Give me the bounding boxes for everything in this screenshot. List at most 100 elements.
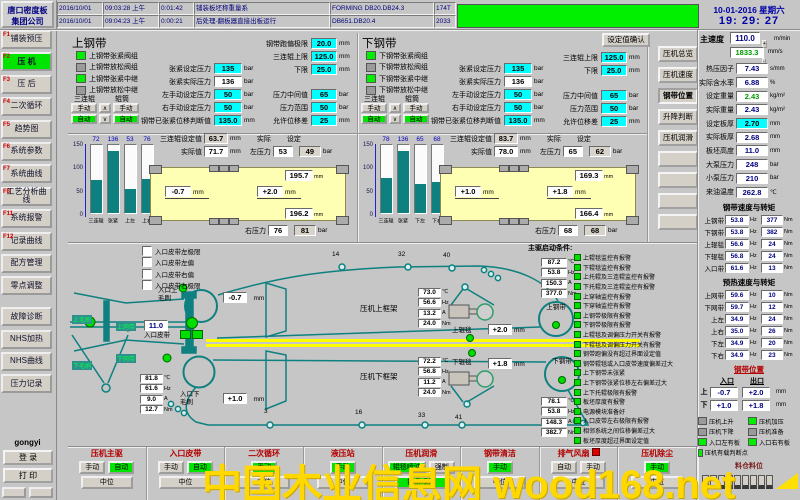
frequency-value: 34.9 bbox=[725, 338, 749, 348]
sidebar-nav-button[interactable]: F3 压 后 bbox=[1, 75, 52, 94]
press-status-item: 入口右有板 bbox=[748, 437, 798, 448]
limit-value-field[interactable]: 50 bbox=[601, 103, 627, 114]
sidebar-nav-button[interactable]: NHS加热 bbox=[1, 330, 52, 349]
manual-mode-button[interactable]: 手动 bbox=[113, 103, 139, 113]
sidebar-nav-button[interactable]: 配方管理 bbox=[1, 254, 52, 273]
mode-button[interactable]: 手动 bbox=[79, 461, 105, 474]
right-pressure-set[interactable]: 68 bbox=[584, 225, 606, 236]
neutral-button[interactable]: 中位 bbox=[238, 476, 290, 489]
sidebar-nav-button[interactable]: F7 系统曲线 bbox=[1, 164, 52, 183]
sidebar-nav-button[interactable]: F2 压 机 bbox=[1, 52, 52, 71]
main-speed-field[interactable]: 110.0 bbox=[730, 32, 760, 44]
roller-block bbox=[336, 165, 349, 174]
limit-value-field[interactable]: 65 bbox=[311, 89, 337, 100]
motor-value: 12.7 bbox=[140, 405, 163, 414]
auto-mode-button[interactable]: 自动 bbox=[113, 114, 139, 124]
manual-mode-button[interactable]: 手动 bbox=[361, 103, 387, 113]
mode-button[interactable]: 手动 bbox=[330, 461, 356, 474]
scroll-left-button[interactable] bbox=[2, 487, 26, 498]
sidebar-nav-button[interactable]: F1 铺装预压 bbox=[1, 30, 52, 49]
left-pressure-set[interactable]: 49 bbox=[299, 146, 321, 157]
neutral-button[interactable]: 中位 bbox=[553, 476, 605, 489]
condition-row: 下辊毯监控有报警 bbox=[574, 263, 673, 273]
view-button[interactable]: 压机润滑 bbox=[658, 130, 698, 146]
press-overview-button[interactable]: 压机总览 bbox=[658, 46, 698, 62]
view-button[interactable]: 升降判断 bbox=[658, 109, 698, 125]
sidebar-nav-button[interactable]: F11 系统报警 bbox=[1, 209, 52, 228]
log-message: 后处理-翻板器直接出板运行 bbox=[194, 15, 330, 28]
login-button[interactable]: 登 录 bbox=[3, 450, 53, 465]
sidebar-nav-button[interactable]: F8 工艺分析曲线 bbox=[1, 187, 52, 206]
sidebar-nav-button[interactable]: F4 二次循环 bbox=[1, 97, 52, 116]
drive-start-conditions-list: 上辊毯监控有报警 下辊毯监控有报警 上托辊及三连辊监控有报警 下托辊及三连辊监控… bbox=[574, 253, 673, 445]
mode-button[interactable]: 强制 bbox=[429, 461, 455, 474]
roller-setpoint-field[interactable]: 83.7 bbox=[494, 133, 518, 144]
raise-arrow-button[interactable] bbox=[389, 103, 401, 113]
mode-button[interactable]: 手动 bbox=[158, 461, 184, 474]
mode-button[interactable]: 自动 bbox=[187, 461, 213, 474]
auto-mode-button[interactable]: 自动 bbox=[403, 114, 429, 124]
outlet-position: +1.8 bbox=[742, 400, 770, 411]
roller-setpoint-field[interactable]: 63.7 bbox=[204, 133, 228, 144]
limit-checkbox[interactable] bbox=[142, 257, 152, 267]
sidebar-nav-button[interactable]: 故障诊断 bbox=[1, 307, 52, 326]
limit-value-field[interactable]: 50 bbox=[311, 102, 337, 113]
limit-value-field[interactable]: 25.0 bbox=[601, 65, 627, 76]
bar-fill bbox=[108, 151, 119, 213]
mode-button[interactable]: 手动 bbox=[251, 461, 277, 474]
sidebar-nav-button[interactable]: NHS曲线 bbox=[1, 352, 52, 371]
sidebar-nav-button[interactable]: 零点调整 bbox=[1, 276, 52, 295]
scroll-right-button[interactable] bbox=[29, 487, 53, 498]
neutral-button[interactable]: 中位 bbox=[159, 476, 211, 489]
sidebar-nav-button[interactable]: F12 记录曲线 bbox=[1, 232, 52, 251]
sidebar-nav-button[interactable]: F5 趋势图 bbox=[1, 120, 52, 139]
motor-value: 24.0 bbox=[418, 319, 441, 328]
left-pressure-set[interactable]: 62 bbox=[589, 146, 611, 157]
sidebar-nav-label: 压 机 bbox=[17, 58, 35, 67]
mode-button[interactable]: 自动 bbox=[108, 461, 134, 474]
neutral-button[interactable]: 中位 bbox=[317, 476, 369, 489]
manual-mode-button[interactable]: 手动 bbox=[403, 103, 429, 113]
condition-row: 相邻系统之间位移偏差过大 bbox=[574, 426, 673, 436]
limit-value-field[interactable]: 25 bbox=[311, 115, 337, 126]
motor-value: 73.0 bbox=[418, 288, 441, 297]
manual-mode-button[interactable]: 手动 bbox=[71, 103, 97, 113]
raise-arrow-button[interactable] bbox=[99, 103, 111, 113]
limit-value-field[interactable]: 20.0 bbox=[311, 38, 337, 49]
limit-value-field[interactable]: 25.0 bbox=[311, 64, 337, 75]
view-button[interactable]: 钢带位置 bbox=[658, 88, 698, 104]
limit-field-row: 允许位移差 25 mm bbox=[233, 114, 355, 127]
field-label: 钢带已张紧位移判断值 bbox=[141, 116, 211, 126]
lower-arrow-button[interactable] bbox=[389, 114, 401, 124]
fkey-label: F12 bbox=[3, 233, 13, 242]
limit-value-field[interactable]: 125.0 bbox=[311, 51, 337, 62]
neutral-button[interactable]: 中位 bbox=[631, 476, 683, 489]
sidebar-nav-button[interactable]: F6 系统参数 bbox=[1, 142, 52, 161]
mode-button[interactable]: 手动 bbox=[644, 461, 670, 474]
lower-arrow-button[interactable] bbox=[99, 114, 111, 124]
limit-checkbox[interactable] bbox=[142, 269, 152, 279]
fkey-label: F11 bbox=[3, 210, 13, 219]
view-button[interactable]: 压机速度 bbox=[658, 67, 698, 83]
right-pressure-set[interactable]: 81 bbox=[294, 225, 316, 236]
limit-checkbox[interactable] bbox=[142, 246, 152, 256]
motor-value: 56.6 bbox=[418, 298, 441, 307]
limit-checkbox[interactable] bbox=[142, 280, 152, 290]
auto-mode-button[interactable]: 自动 bbox=[71, 114, 97, 124]
sidebar-nav-button[interactable]: 压力记录 bbox=[1, 374, 52, 393]
mode-button[interactable]: 自动 bbox=[551, 461, 577, 474]
fkey-label: F5 bbox=[3, 121, 10, 130]
neutral-button[interactable]: 中位 bbox=[81, 476, 133, 489]
mode-button[interactable]: 手动 bbox=[580, 461, 606, 474]
mode-button[interactable]: 手动 bbox=[487, 461, 513, 474]
print-button[interactable]: 打 印 bbox=[3, 468, 53, 483]
confirm-setpoints-button[interactable]: 设定值确认 bbox=[602, 33, 650, 47]
limit-value-field[interactable]: 125.0 bbox=[601, 52, 627, 63]
limit-value-field[interactable]: 25 bbox=[601, 116, 627, 127]
neutral-button[interactable]: 链条喷油 bbox=[395, 476, 447, 489]
auto-mode-button[interactable]: 自动 bbox=[361, 114, 387, 124]
neutral-button[interactable]: 中位 bbox=[474, 476, 526, 489]
mode-button[interactable]: 辊毯喷油 bbox=[388, 461, 426, 474]
limit-value-field[interactable]: 65 bbox=[601, 90, 627, 101]
metric-label: 设定板厚 bbox=[698, 119, 734, 129]
